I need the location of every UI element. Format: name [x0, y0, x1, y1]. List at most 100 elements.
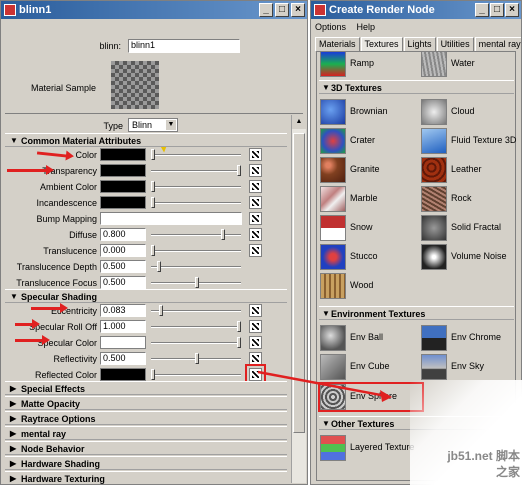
- mental-ray-section[interactable]: ▶ mental ray: [5, 426, 287, 440]
- diffuse-slider[interactable]: [151, 228, 241, 241]
- texture-rock[interactable]: Rock: [421, 186, 520, 212]
- diffuse-field[interactable]: 0.800: [100, 228, 146, 241]
- specular-rolloff-field[interactable]: 1.000: [100, 320, 146, 333]
- translucence-depth-field[interactable]: 0.500: [100, 260, 146, 273]
- translucence-slider[interactable]: [151, 244, 241, 257]
- reflectivity-field[interactable]: 0.500: [100, 352, 146, 365]
- translucence-depth-slider[interactable]: [151, 260, 241, 273]
- texture-marble[interactable]: Marble: [320, 186, 419, 212]
- bump-mapping-field[interactable]: [100, 212, 242, 225]
- type-dropdown-value: Blinn: [132, 120, 153, 130]
- close-button[interactable]: ×: [291, 3, 305, 17]
- reflected-color-map-button[interactable]: [249, 368, 262, 381]
- 3d-textures-header[interactable]: ▼ 3D Textures: [319, 80, 514, 94]
- bump-mapping-map-button[interactable]: [249, 212, 262, 225]
- maximize-button[interactable]: □: [490, 3, 504, 17]
- menu-options[interactable]: Options: [315, 22, 346, 32]
- minimize-button[interactable]: _: [259, 3, 273, 17]
- incandescence-slider[interactable]: [151, 196, 241, 209]
- tab-mental-ray[interactable]: mental ray: [474, 37, 521, 51]
- texture-ramp[interactable]: Ramp: [320, 51, 419, 77]
- maximize-button[interactable]: □: [275, 3, 289, 17]
- attribute-editor-titlebar[interactable]: blinn1 _ □ ×: [1, 1, 307, 19]
- reflected-color-swatch[interactable]: [100, 368, 146, 381]
- tab-textures[interactable]: Textures: [360, 37, 403, 51]
- incandescence-swatch[interactable]: [100, 196, 146, 209]
- hardware-texturing-section[interactable]: ▶ Hardware Texturing: [5, 471, 287, 484]
- render-node-titlebar[interactable]: Create Render Node _ □ ×: [311, 1, 521, 19]
- specular-rolloff-map-button[interactable]: [249, 320, 262, 333]
- environment-textures-header[interactable]: ▼ Environment Textures: [319, 306, 514, 320]
- scroll-up-arrow-icon[interactable]: ▲: [292, 115, 306, 129]
- eccentricity-slider[interactable]: [151, 304, 241, 317]
- texture-env-sky[interactable]: Env Sky: [421, 354, 520, 380]
- transparency-map-button[interactable]: [249, 164, 262, 177]
- tab-utilities[interactable]: Utilities: [436, 37, 474, 51]
- texture-env-chrome[interactable]: Env Chrome: [421, 325, 520, 351]
- hardware-shading-section[interactable]: ▶ Hardware Shading: [5, 456, 287, 470]
- color-slider[interactable]: [151, 148, 241, 161]
- diffuse-map-button[interactable]: [249, 228, 262, 241]
- menu-help[interactable]: Help: [357, 22, 376, 32]
- texture-volume-noise[interactable]: Volume Noise: [421, 244, 520, 270]
- common-material-section-header[interactable]: ▼ Common Material Attributes: [5, 133, 287, 147]
- texture-cloud[interactable]: Cloud: [421, 99, 520, 125]
- texture-brownian[interactable]: Brownian: [320, 99, 419, 125]
- eccentricity-field[interactable]: 0.083: [100, 304, 146, 317]
- reflected-color-slider[interactable]: [151, 368, 241, 381]
- ambient-color-label: Ambient Color: [39, 182, 97, 192]
- transparency-slider[interactable]: [151, 164, 241, 177]
- type-dropdown[interactable]: Blinn ▼: [128, 118, 178, 132]
- texture-label: Granite: [350, 164, 380, 174]
- collapsed-triangle-icon: ▶: [10, 429, 17, 438]
- texture-snow[interactable]: Snow: [320, 215, 419, 241]
- matte-opacity-section[interactable]: ▶ Matte Opacity: [5, 396, 287, 410]
- special-effects-section[interactable]: ▶ Special Effects: [5, 381, 287, 395]
- translucence-map-button[interactable]: [249, 244, 262, 257]
- texture-granite[interactable]: Granite: [320, 157, 419, 183]
- translucence-focus-field[interactable]: 0.500: [100, 276, 146, 289]
- eccentricity-map-button[interactable]: [249, 304, 262, 317]
- texture-fluid-3d[interactable]: Fluid Texture 3D: [421, 128, 520, 154]
- tab-lights[interactable]: Lights: [403, 37, 436, 51]
- reflectivity-slider[interactable]: [151, 352, 241, 365]
- color-swatch[interactable]: [100, 148, 146, 161]
- ambient-color-slider[interactable]: [151, 180, 241, 193]
- transparency-swatch[interactable]: [100, 164, 146, 177]
- texture-label: Stucco: [350, 251, 378, 261]
- texture-solid-fractal[interactable]: Solid Fractal: [421, 215, 520, 241]
- specular-rolloff-slider[interactable]: [151, 320, 241, 333]
- node-behavior-section[interactable]: ▶ Node Behavior: [5, 441, 287, 455]
- texture-leather[interactable]: Leather: [421, 157, 520, 183]
- raytrace-options-section[interactable]: ▶ Raytrace Options: [5, 411, 287, 425]
- env-cube-thumbnail: [320, 354, 346, 380]
- specular-color-swatch[interactable]: [100, 336, 146, 349]
- specular-color-slider[interactable]: [151, 336, 241, 349]
- env-ball-thumbnail: [320, 325, 346, 351]
- texture-water[interactable]: Water: [421, 51, 520, 77]
- specular-color-map-button[interactable]: [249, 336, 262, 349]
- texture-stucco[interactable]: Stucco: [320, 244, 419, 270]
- node-name-field[interactable]: blinn1: [128, 39, 240, 53]
- texture-layered[interactable]: Layered Texture: [320, 435, 419, 461]
- ambient-color-map-button[interactable]: [249, 180, 262, 193]
- scroll-thumb[interactable]: [293, 133, 305, 433]
- texture-crater[interactable]: Crater: [320, 128, 419, 154]
- attribute-editor-scrollbar[interactable]: ▲: [291, 115, 306, 483]
- texture-env-cube[interactable]: Env Cube: [320, 354, 419, 380]
- app-icon: [4, 4, 16, 16]
- specular-shading-section-header[interactable]: ▼ Specular Shading: [5, 289, 287, 303]
- color-map-button[interactable]: [249, 148, 262, 161]
- translucence-field[interactable]: 0.000: [100, 244, 146, 257]
- texture-wood[interactable]: Wood: [320, 273, 419, 299]
- close-button[interactable]: ×: [505, 3, 519, 17]
- volume-noise-thumbnail: [421, 244, 447, 270]
- tab-materials[interactable]: Materials: [315, 37, 360, 51]
- ambient-color-swatch[interactable]: [100, 180, 146, 193]
- material-sample-label: Material Sample: [31, 83, 97, 93]
- watermark-text: jb51.net 脚本之家: [447, 449, 520, 479]
- texture-env-ball[interactable]: Env Ball: [320, 325, 419, 351]
- incandescence-map-button[interactable]: [249, 196, 262, 209]
- minimize-button[interactable]: _: [475, 3, 489, 17]
- translucence-focus-slider[interactable]: [151, 276, 241, 289]
